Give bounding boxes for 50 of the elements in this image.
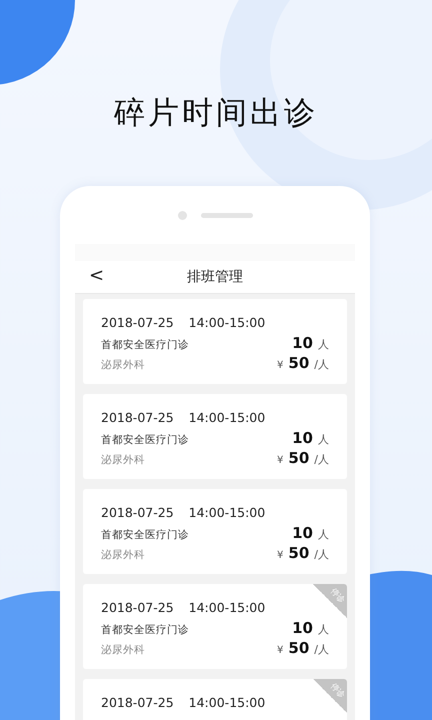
- back-button[interactable]: <: [87, 265, 106, 286]
- date: 2018-07-25: [101, 410, 174, 425]
- date: 2018-07-25: [101, 505, 174, 520]
- count: 10: [292, 524, 313, 542]
- price: 50: [288, 544, 310, 562]
- clinic-name: 首都安全医疗门诊: [101, 433, 189, 447]
- count: 10: [292, 429, 313, 447]
- department: 泌尿外科: [101, 358, 145, 372]
- department: 泌尿外科: [101, 453, 145, 467]
- schedule-card[interactable]: 2018-07-25 14:00-15:00 首都安全医疗门诊 10 人 泌尿外科 ¥ 50 /人: [83, 394, 347, 479]
- time-range: 14:00-15:00: [188, 315, 266, 330]
- speaker-icon: [200, 212, 252, 218]
- date: 2018-07-25: [101, 315, 174, 330]
- time-range: 14:00-15:00: [188, 600, 266, 615]
- department: 泌尿外科: [101, 548, 145, 562]
- price: 50: [288, 354, 310, 372]
- count-unit: 人: [318, 337, 329, 352]
- price-unit: /人: [314, 547, 329, 562]
- count: 10: [292, 619, 313, 637]
- currency: ¥: [277, 550, 284, 561]
- count-unit: 人: [318, 432, 329, 447]
- date: 2018-07-25: [101, 695, 174, 710]
- schedule-card[interactable]: 2018-07-25 14:00-15:00 首都安全医疗门诊 10 人 泌尿外科 ¥ 50 /人: [83, 299, 347, 384]
- time-range: 14:00-15:00: [188, 695, 266, 710]
- count-unit: 人: [318, 527, 329, 542]
- camera-icon: [178, 210, 186, 220]
- currency: ¥: [277, 360, 284, 371]
- headline: 碎片时间出诊: [114, 94, 318, 132]
- time-range: 14:00-15:00: [188, 410, 266, 425]
- count-unit: 人: [318, 622, 329, 637]
- price-unit: /人: [314, 642, 329, 657]
- department: 泌尿外科: [101, 643, 145, 657]
- tag-text: 停诊: [328, 680, 347, 700]
- schedule-card[interactable]: 2018-07-25 14:00-15:00 首都安全医疗门诊 10 人 泌尿外科 ¥ 50 /人: [83, 489, 347, 574]
- price: 50: [288, 449, 310, 467]
- time-range: 14:00-15:00: [188, 505, 266, 520]
- clinic-name: 首都安全医疗门诊: [101, 338, 189, 352]
- currency: ¥: [277, 455, 284, 466]
- schedule-card[interactable]: 2018-07-25 14:00-15:00 停诊: [83, 679, 347, 720]
- price: 50: [288, 639, 310, 657]
- tag-text: 停诊: [328, 586, 347, 606]
- clinic-name: 首都安全医疗门诊: [101, 623, 189, 637]
- price-unit: /人: [314, 452, 329, 467]
- count: 10: [292, 334, 313, 352]
- clinic-name: 首都安全医疗门诊: [101, 528, 189, 542]
- page-title: 排班管理: [187, 268, 243, 286]
- date: 2018-07-25: [101, 600, 174, 615]
- currency: ¥: [277, 645, 284, 656]
- schedule-card[interactable]: 2018-07-25 14:00-15:00 首都安全医疗门诊 10 人 泌尿外科 ¥ 50 /人 停诊: [83, 584, 347, 669]
- price-unit: /人: [314, 357, 329, 372]
